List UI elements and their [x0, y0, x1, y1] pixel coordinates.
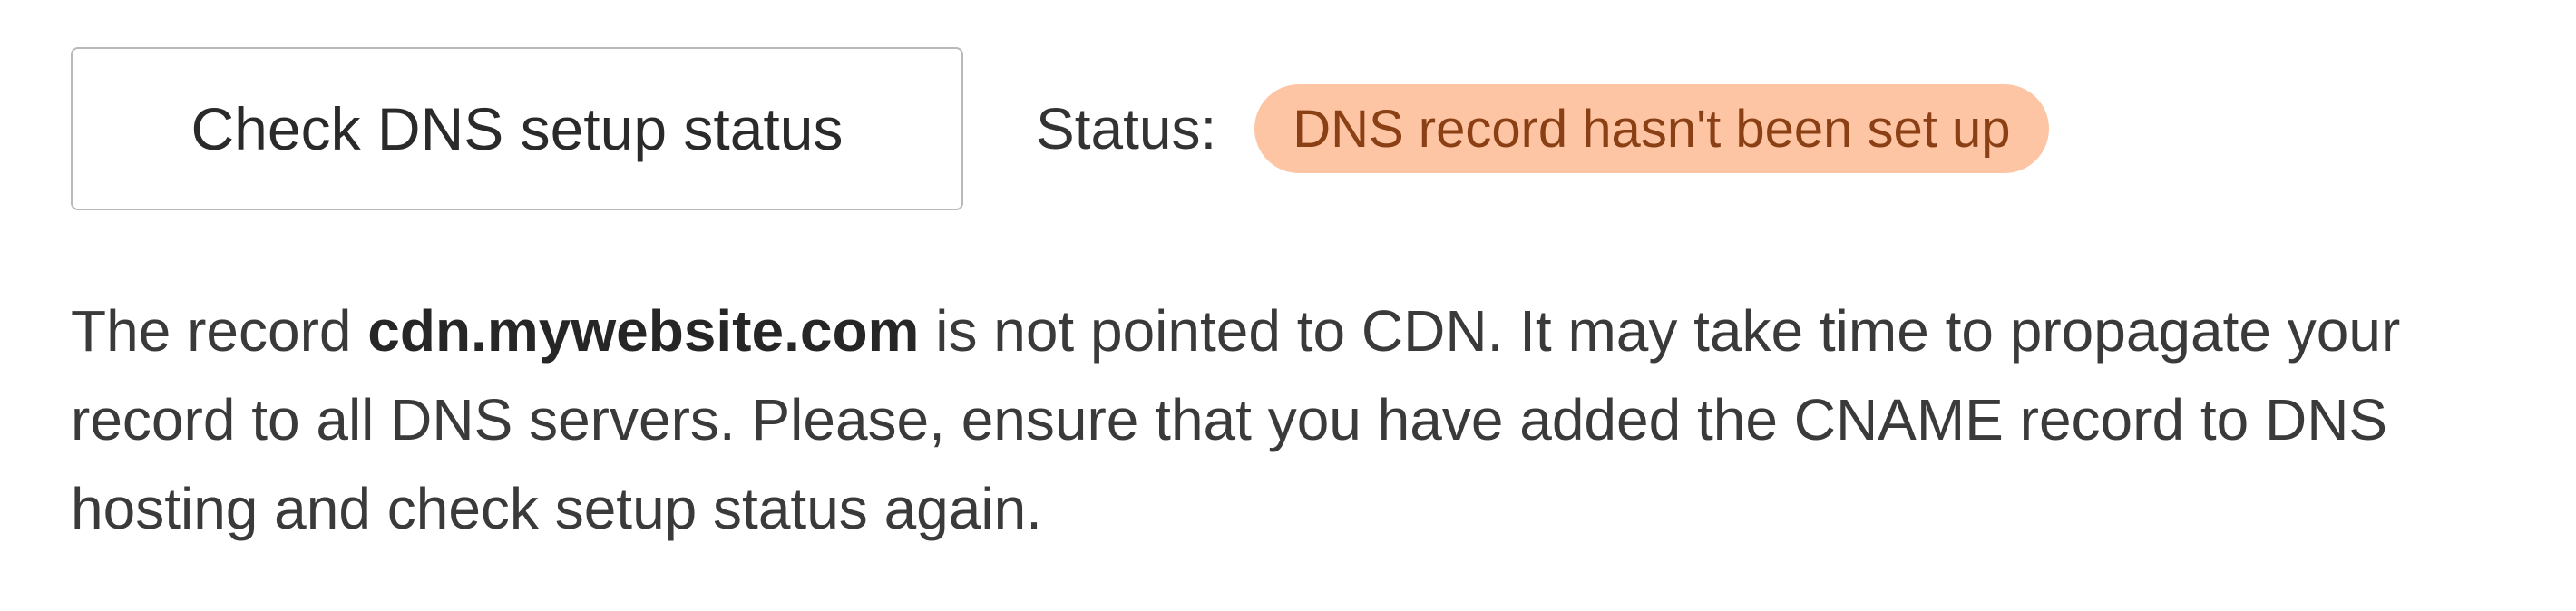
status-row: Check DNS setup status Status: DNS recor…: [71, 47, 2540, 210]
check-dns-status-button[interactable]: Check DNS setup status: [71, 47, 963, 210]
dns-setup-panel: Check DNS setup status Status: DNS recor…: [71, 47, 2540, 611]
dns-status-message: The record cdn.mywebsite.com is not poin…: [71, 286, 2538, 553]
record-domain: cdn.mywebsite.com: [367, 298, 920, 364]
status-badge: DNS record hasn't been set up: [1254, 84, 2049, 173]
status-label: Status:: [1036, 96, 1217, 161]
message-prefix: The record: [71, 298, 368, 364]
